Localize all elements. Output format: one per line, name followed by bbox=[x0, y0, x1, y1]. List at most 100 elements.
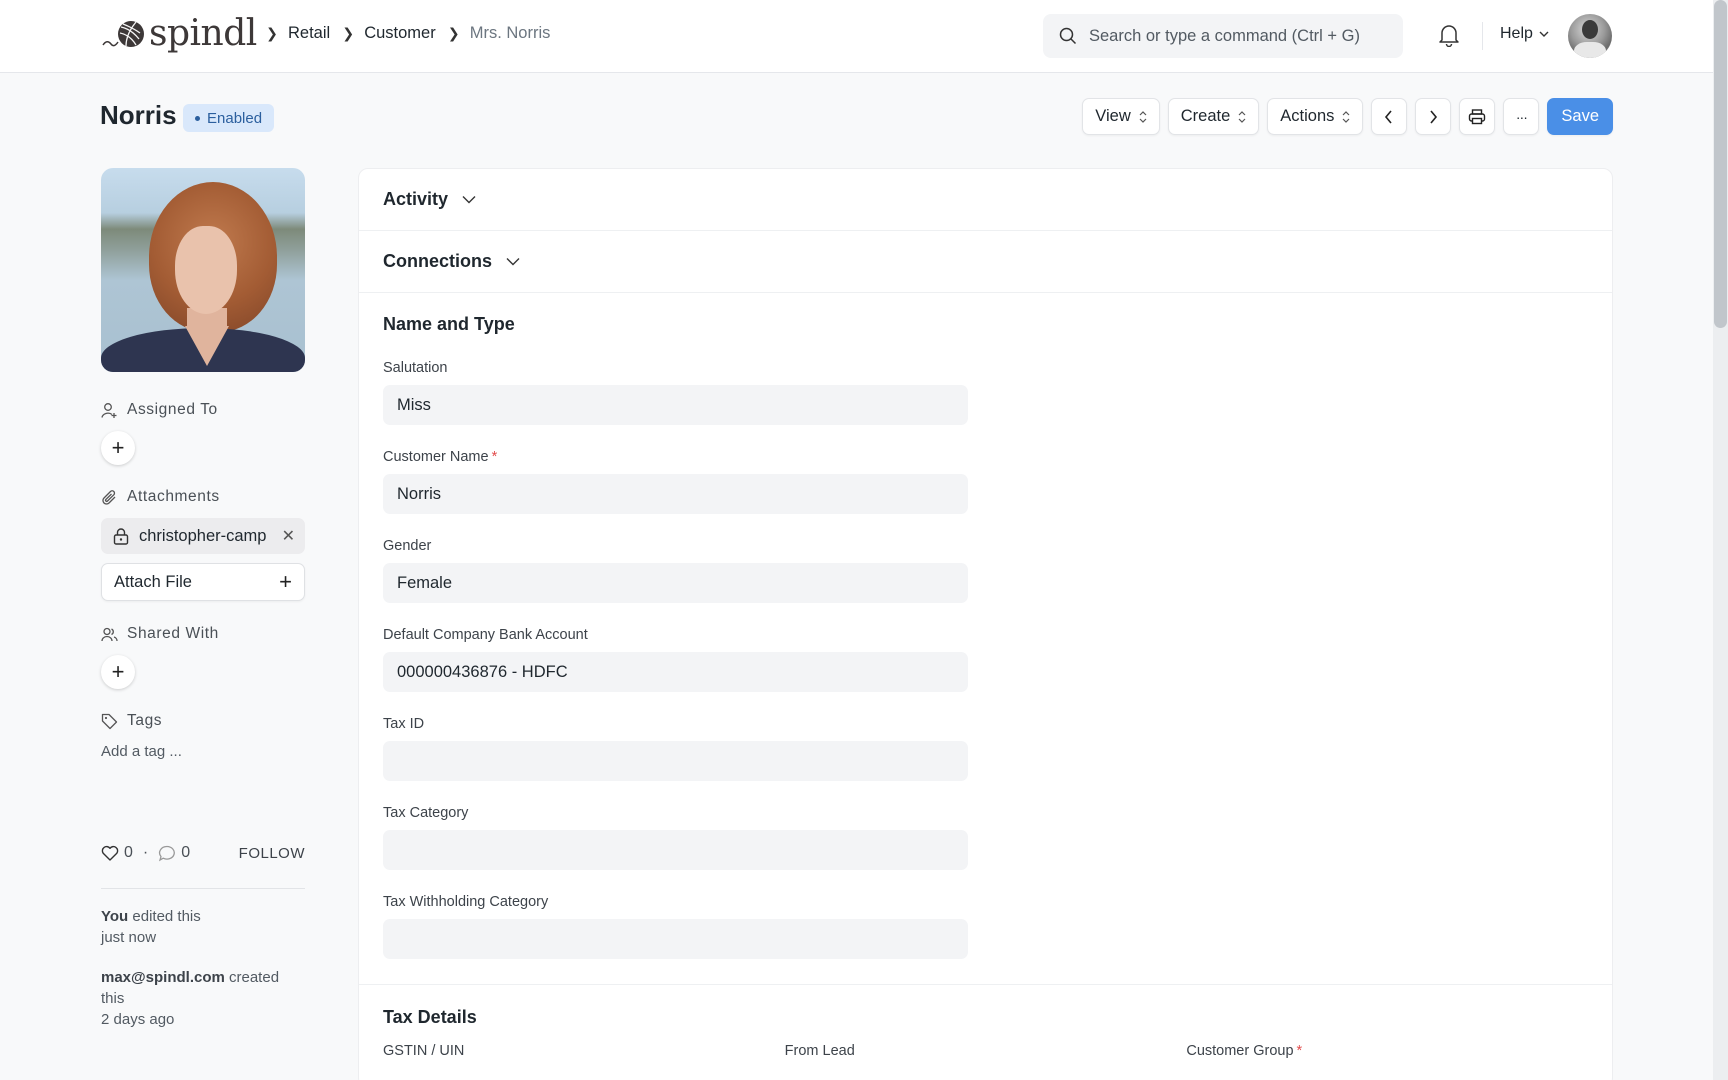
paperclip-icon bbox=[101, 489, 118, 506]
attach-file-button[interactable]: Attach File + bbox=[101, 563, 305, 601]
yarn-ball-icon bbox=[101, 17, 147, 51]
search-bar[interactable] bbox=[1043, 14, 1403, 58]
tag-icon bbox=[101, 713, 118, 730]
follow-button[interactable]: FOLLOW bbox=[239, 845, 305, 862]
actions-label: Actions bbox=[1280, 107, 1334, 126]
attachments-heading: Attachments bbox=[101, 488, 305, 506]
required-asterisk: * bbox=[1297, 1043, 1303, 1059]
chevron-right-icon bbox=[1428, 110, 1438, 124]
bank-account-input[interactable] bbox=[397, 663, 954, 682]
create-label: Create bbox=[1181, 107, 1231, 126]
sidebar-divider bbox=[101, 888, 305, 889]
customer-name-label: Customer Name* bbox=[383, 444, 968, 474]
users-icon bbox=[101, 626, 118, 643]
tax-category-input[interactable] bbox=[397, 841, 954, 860]
more-button[interactable]: ··· bbox=[1503, 98, 1539, 135]
attachments-label: Attachments bbox=[127, 488, 220, 506]
tax-details-section: Tax Details bbox=[359, 985, 1612, 1049]
timeline-item: max@spindl.com created this 2 days ago bbox=[101, 967, 305, 1030]
engagement-row: 0 · 0 FOLLOW bbox=[101, 844, 305, 862]
tax-details-row: GSTIN / UIN From Lead Customer Group* bbox=[359, 1043, 1612, 1059]
chevron-right-icon: ❯ bbox=[260, 25, 284, 42]
timeline-action-cont: this bbox=[101, 988, 305, 1009]
attach-file-label: Attach File bbox=[114, 573, 192, 592]
status-text: Enabled bbox=[207, 110, 262, 127]
attachment-item[interactable]: christopher-campbell ✕ bbox=[101, 518, 305, 554]
tags-heading: Tags bbox=[101, 712, 305, 730]
assigned-to-label: Assigned To bbox=[127, 401, 218, 419]
customer-name-field: Customer Name* bbox=[383, 444, 968, 514]
plus-icon: + bbox=[279, 569, 292, 595]
create-button[interactable]: Create bbox=[1168, 98, 1260, 135]
printer-icon bbox=[1468, 109, 1486, 125]
logo[interactable]: spindl bbox=[101, 14, 257, 54]
breadcrumb-retail[interactable]: Retail bbox=[288, 24, 330, 43]
gender-input[interactable] bbox=[397, 574, 954, 593]
bank-account-label: Default Company Bank Account bbox=[383, 622, 968, 652]
view-button[interactable]: View bbox=[1082, 98, 1159, 135]
notifications-button[interactable] bbox=[1438, 23, 1460, 52]
comments-count: 0 bbox=[181, 844, 190, 862]
actions-button[interactable]: Actions bbox=[1267, 98, 1363, 135]
tax-withholding-category-label: Tax Withholding Category bbox=[383, 889, 968, 919]
remove-attachment-icon[interactable]: ✕ bbox=[282, 526, 295, 546]
logo-text: spindl bbox=[149, 14, 257, 54]
page-title: Norris bbox=[100, 100, 177, 131]
tax-withholding-category-input[interactable] bbox=[397, 930, 954, 949]
name-and-type-section: Name and Type Salutation Customer Name* … bbox=[359, 293, 1612, 985]
separator-dot: · bbox=[143, 844, 148, 862]
heart-icon[interactable] bbox=[101, 845, 119, 861]
customer-name-input[interactable] bbox=[397, 485, 954, 504]
salutation-input[interactable] bbox=[397, 396, 954, 415]
timeline-actor: You bbox=[101, 908, 128, 925]
up-down-icon bbox=[1342, 111, 1350, 123]
tax-details-heading: Tax Details bbox=[383, 985, 1588, 1049]
timeline-time: just now bbox=[101, 927, 305, 948]
tax-id-label: Tax ID bbox=[383, 711, 968, 741]
breadcrumb: ❯ Retail ❯ Customer ❯ Mrs. Norris bbox=[260, 24, 556, 43]
chevron-right-icon: ❯ bbox=[336, 25, 360, 42]
attachment-name[interactable]: christopher-campbell bbox=[139, 527, 267, 546]
salutation-label: Salutation bbox=[383, 355, 968, 385]
scrollbar-thumb[interactable] bbox=[1714, 0, 1727, 328]
likes-count: 0 bbox=[124, 844, 133, 862]
add-assignee-button[interactable]: + bbox=[101, 431, 135, 465]
next-button[interactable] bbox=[1415, 98, 1451, 135]
connections-section-toggle[interactable]: Connections bbox=[359, 231, 1612, 293]
timeline-time: 2 days ago bbox=[101, 1009, 305, 1030]
breadcrumb-customer[interactable]: Customer bbox=[364, 24, 436, 43]
user-avatar[interactable] bbox=[1568, 14, 1612, 58]
plus-icon: + bbox=[112, 659, 125, 685]
shared-with-heading: Shared With bbox=[101, 625, 305, 643]
tax-id-input[interactable] bbox=[397, 752, 954, 771]
customer-photo[interactable] bbox=[101, 168, 305, 372]
more-icon: ··· bbox=[1516, 109, 1527, 125]
save-button[interactable]: Save bbox=[1547, 98, 1613, 135]
tags-label: Tags bbox=[127, 712, 162, 730]
search-input[interactable] bbox=[1089, 27, 1389, 46]
bank-account-field: Default Company Bank Account bbox=[383, 622, 968, 692]
add-share-button[interactable]: + bbox=[101, 655, 135, 689]
help-dropdown[interactable]: Help bbox=[1500, 25, 1549, 43]
divider bbox=[1482, 22, 1483, 50]
comment-icon[interactable] bbox=[158, 845, 176, 862]
previous-button[interactable] bbox=[1371, 98, 1407, 135]
print-button[interactable] bbox=[1459, 98, 1495, 135]
gender-field: Gender bbox=[383, 533, 968, 603]
chevron-down-icon bbox=[506, 257, 520, 266]
view-label: View bbox=[1095, 107, 1130, 126]
activity-heading: Activity bbox=[383, 189, 448, 210]
status-badge: Enabled bbox=[183, 104, 274, 132]
from-lead-label: From Lead bbox=[785, 1043, 1187, 1059]
timeline-actor[interactable]: max@spindl.com bbox=[101, 969, 225, 986]
activity-section-toggle[interactable]: Activity bbox=[359, 169, 1612, 231]
help-label: Help bbox=[1500, 25, 1533, 43]
chevron-right-icon: ❯ bbox=[442, 25, 466, 42]
connections-heading: Connections bbox=[383, 251, 492, 272]
gender-label: Gender bbox=[383, 533, 968, 563]
breadcrumb-current[interactable]: Mrs. Norris bbox=[470, 24, 551, 43]
chevron-down-icon bbox=[1539, 30, 1549, 38]
sidebar: Assigned To + Attachments christopher-ca… bbox=[101, 168, 305, 1030]
search-icon bbox=[1059, 27, 1077, 45]
add-tag-link[interactable]: Add a tag ... bbox=[101, 743, 305, 760]
